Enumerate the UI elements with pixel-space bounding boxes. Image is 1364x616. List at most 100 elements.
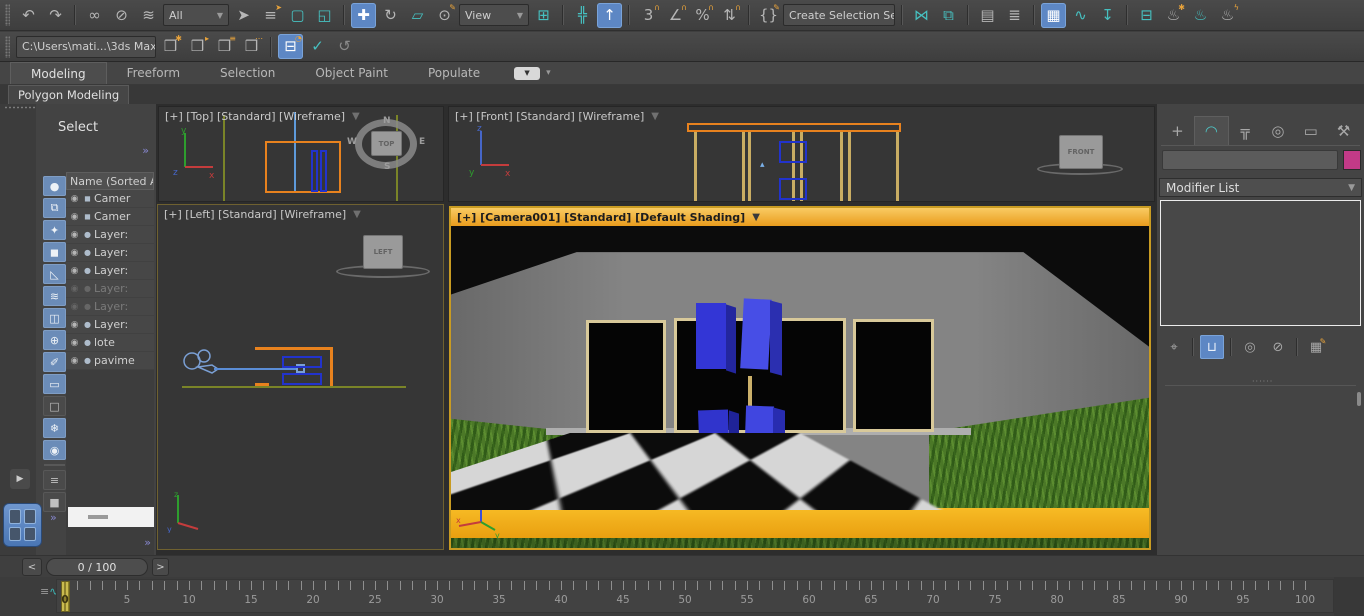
project-from-current-button[interactable]: ❒≡ — [212, 34, 237, 59]
visibility-eye-icon[interactable]: ◉ — [68, 338, 81, 348]
tab-hierarchy[interactable]: ╦ — [1229, 116, 1262, 145]
time-ruler[interactable]: 0510152025303540455055606570758085909510… — [56, 579, 1334, 613]
frame-counter-field[interactable]: 0 / 100 — [46, 558, 148, 576]
snaps-toggle-3d-button[interactable]: 3∩ — [636, 3, 661, 28]
object-wireframe[interactable] — [282, 356, 322, 368]
pin-stack-button[interactable]: ⌖ — [1162, 335, 1186, 359]
ribbon-tab-freeform[interactable]: Freeform — [107, 62, 200, 84]
panel-grip[interactable] — [4, 106, 36, 109]
object-wireframe[interactable] — [779, 141, 807, 163]
list-item[interactable]: ◉●Layer: — [66, 226, 154, 244]
filter-containers[interactable]: ▭ — [43, 374, 66, 394]
tab-create[interactable]: + — [1161, 116, 1194, 145]
select-object-button[interactable]: ➤ — [231, 3, 256, 28]
visibility-eye-icon[interactable]: ◉ — [68, 302, 81, 312]
visibility-eye-icon[interactable]: ◉ — [68, 194, 81, 204]
viewport-camera[interactable]: [+] [Camera001] [Standard] [Default Shad… — [449, 206, 1151, 550]
viewport-label-text[interactable]: [+] [Camera001] [Standard] [Default Shad… — [457, 211, 745, 224]
list-view-button[interactable]: ≡ — [43, 470, 66, 490]
track-bar[interactable]: ≡∿ 0510152025303540455055606570758085909… — [0, 577, 1364, 616]
filter-xrefs[interactable]: ⊕ — [43, 330, 66, 350]
visibility-eye-icon[interactable]: ◉ — [68, 320, 81, 330]
select-and-scale-button[interactable]: ▱ — [405, 3, 430, 28]
visibility-eye-icon[interactable]: ◉ — [68, 230, 81, 240]
create-selection-set-dropdown[interactable]: Create Selection Se▼ — [783, 4, 895, 26]
filter-bones[interactable]: ✐ — [43, 352, 66, 372]
filter-hidden[interactable]: ◉ — [43, 440, 66, 460]
ribbon-minimize-button[interactable]: ▼ — [514, 67, 540, 80]
filter-shapes[interactable]: ⧉ — [43, 198, 66, 218]
ribbon-tab-modeling[interactable]: Modeling — [10, 62, 107, 84]
ribbon-tab-populate[interactable]: Populate — [408, 62, 500, 84]
filter-particles[interactable]: ◫ — [43, 308, 66, 328]
ribbon-tab-object-paint[interactable]: Object Paint — [295, 62, 408, 84]
visibility-eye-icon[interactable]: ◉ — [68, 248, 81, 258]
expand-chevron-icon[interactable]: » — [50, 511, 56, 524]
viewcube[interactable]: FRONT — [1059, 135, 1103, 169]
tab-display[interactable]: ▭ — [1294, 116, 1327, 145]
camera-icon[interactable] — [180, 345, 226, 381]
redo-button[interactable]: ↷ — [43, 3, 68, 28]
toggle-layer-explorer-button[interactable]: ≣ — [1002, 3, 1027, 28]
visibility-eye-icon[interactable]: ◉ — [68, 284, 81, 294]
bind-to-space-warp-button[interactable]: ≋ — [136, 3, 161, 28]
tab-polygon-modeling[interactable]: Polygon Modeling — [8, 85, 129, 104]
next-frame-button[interactable]: > — [152, 558, 169, 576]
filter-space-warps[interactable]: ≋ — [43, 286, 66, 306]
previous-frame-button[interactable]: < — [22, 558, 42, 576]
tab-utilities[interactable]: ⚒ — [1327, 116, 1360, 145]
chevron-down-icon[interactable]: ▾ — [546, 68, 551, 78]
selected-object-wireframe[interactable] — [687, 123, 901, 132]
visibility-eye-icon[interactable]: ◉ — [68, 356, 81, 366]
select-and-link-button[interactable]: ∞ — [82, 3, 107, 28]
edit-named-selections-button[interactable]: {}✎ — [756, 3, 781, 28]
object-color-swatch[interactable] — [1343, 150, 1361, 170]
compass-east[interactable]: E — [419, 137, 425, 147]
project-folder-dropdown[interactable]: C:\Users\mati...\3ds Max 202▼ — [16, 36, 156, 58]
visibility-eye-icon[interactable]: ◉ — [68, 212, 81, 222]
select-and-rotate-button[interactable]: ↻ — [378, 3, 403, 28]
object-wireframe[interactable] — [311, 150, 318, 192]
filter-funnel-icon[interactable]: ▼ — [353, 209, 361, 220]
viewport-label[interactable]: [+] [Left] [Standard] [Wireframe] ▼ — [164, 208, 361, 221]
ribbon-tab-selection[interactable]: Selection — [200, 62, 295, 84]
autobackup-toggle-button[interactable]: ⊟◔ — [278, 34, 303, 59]
set-project-folder-button[interactable]: ❒✱ — [158, 34, 183, 59]
filter-helpers[interactable]: ◺ — [43, 264, 66, 284]
expand-chevron-icon[interactable]: » — [142, 144, 148, 157]
viewport-label[interactable]: [+] [Front] [Standard] [Wireframe] ▼ — [455, 110, 659, 123]
curve-editor-button[interactable]: ∿ — [1068, 3, 1093, 28]
viewport-label-text[interactable]: [+] [Left] [Standard] [Wireframe] — [164, 208, 346, 221]
unlink-selection-button[interactable]: ⊘ — [109, 3, 134, 28]
modifier-stack[interactable] — [1160, 200, 1361, 326]
make-unique-button[interactable]: ◎ — [1238, 335, 1262, 359]
list-item[interactable]: ◉●pavime — [66, 352, 154, 370]
toggle-scene-explorer-button[interactable]: ▤ — [975, 3, 1000, 28]
material-editor-button[interactable]: ⊟ — [1134, 3, 1159, 28]
align-button[interactable]: ⧉ — [936, 3, 961, 28]
filter-funnel-icon[interactable]: ▼ — [752, 212, 760, 223]
column-header-name[interactable]: Name (Sorted As — [66, 172, 154, 190]
toolbar-grip[interactable] — [5, 4, 10, 26]
object-wireframe[interactable] — [779, 178, 807, 200]
select-and-manipulate-button[interactable]: ╬ — [570, 3, 595, 28]
selected-object-wireframe[interactable] — [255, 347, 333, 350]
viewport-label[interactable]: [+] [Top] [Standard] [Wireframe] ▼ — [165, 110, 360, 123]
list-item[interactable]: ◉●Layer: — [66, 316, 154, 334]
list-item[interactable]: ◉●Layer: — [66, 244, 154, 262]
filter-misc-button[interactable]: ■ — [43, 492, 66, 512]
select-by-name-button[interactable]: ≡➤ — [258, 3, 283, 28]
project-options-button[interactable]: ❒⋯ — [239, 34, 264, 59]
panel-expand-button[interactable]: ▶ — [10, 469, 30, 489]
compass-west[interactable]: W — [347, 137, 357, 147]
select-and-move-button[interactable]: ✚ — [351, 3, 376, 28]
selection-filter-dropdown[interactable]: All▼ — [163, 4, 229, 26]
selected-object-wireframe[interactable] — [265, 141, 341, 193]
selected-object-wireframe[interactable] — [330, 347, 333, 388]
viewcube[interactable]: TOP — [371, 131, 402, 156]
revert-autosave-button[interactable]: ↺ — [332, 34, 357, 59]
tab-modify[interactable]: ◠ — [1194, 116, 1229, 145]
angle-snap-button[interactable]: ∠∩ — [663, 3, 688, 28]
render-setup-button[interactable]: ♨✱ — [1161, 3, 1186, 28]
scrollbar-thumb[interactable] — [1357, 392, 1361, 406]
